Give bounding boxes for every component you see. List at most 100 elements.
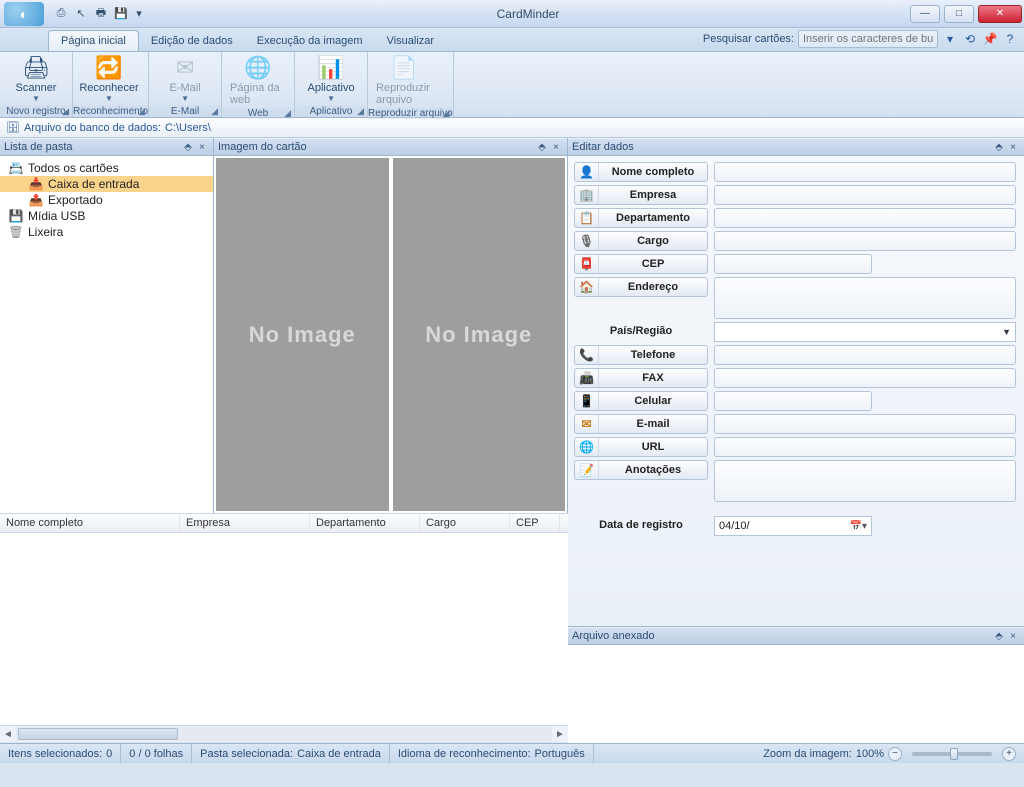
zoom-out-button[interactable]: − [888, 747, 902, 761]
dialog-launcher-icon[interactable]: ◢ [138, 106, 145, 117]
close-panel-icon[interactable]: × [195, 142, 209, 153]
field-label-button[interactable]: 🎙Cargo [574, 231, 708, 251]
horizontal-scrollbar[interactable]: ◄ ► [0, 725, 568, 742]
ribbon-button-icon: 📊 [315, 54, 347, 82]
nome-input[interactable] [714, 162, 1016, 182]
field-icon: 📋 [575, 209, 599, 227]
form-row-endereco: 🏠Endereço [574, 277, 1016, 319]
form-row-data_registro: Data de registro04/10/📅▾ [574, 516, 1016, 536]
status-label: Idioma de reconhecimento: [398, 748, 531, 760]
field-label-text: Cargo [599, 235, 707, 247]
dialog-launcher-icon[interactable]: ◢ [211, 106, 218, 117]
ribbon-button-label: Aplicativo [308, 82, 355, 94]
tree-item[interactable]: 📥Caixa de entrada [0, 176, 213, 192]
search-input[interactable] [798, 30, 938, 48]
ribbon-tab[interactable]: Visualizar [375, 31, 447, 51]
search-dropdown-icon[interactable]: ▾ [942, 31, 958, 47]
pais-combo[interactable]: ▼ [714, 322, 1016, 342]
field-label-button[interactable]: 📋Departamento [574, 208, 708, 228]
scroll-thumb[interactable] [18, 728, 178, 740]
back-image-slot[interactable]: No Image [393, 158, 566, 511]
tree-item[interactable]: 🗑Lixeira [0, 224, 213, 240]
cargo-input[interactable] [714, 231, 1016, 251]
pin-panel-icon[interactable]: ⬘ [992, 142, 1006, 153]
zoom-in-button[interactable]: + [1002, 747, 1016, 761]
minimize-button[interactable]: — [910, 5, 940, 23]
card-list-body[interactable] [0, 533, 568, 725]
telefone-input[interactable] [714, 345, 1016, 365]
field-icon: 📠 [575, 369, 599, 387]
field-label-button[interactable]: 📮CEP [574, 254, 708, 274]
front-image-slot[interactable]: No Image [216, 158, 389, 511]
ribbon-tab[interactable]: Execução da imagem [245, 31, 375, 51]
field-label-button[interactable]: 🏢Empresa [574, 185, 708, 205]
anotacoes-input[interactable] [714, 460, 1016, 502]
attached-file-area[interactable] [568, 645, 1024, 743]
scan-icon[interactable]: ⎙ [52, 5, 70, 23]
save-icon[interactable]: 💾 [112, 5, 130, 23]
close-button[interactable]: ✕ [978, 5, 1022, 23]
ribbon-button[interactable]: 🔁Reconhecer▼ [81, 54, 137, 103]
ribbon-button-label: Página da web [230, 82, 286, 106]
cursor-icon[interactable]: ↖ [72, 5, 90, 23]
ribbon-button[interactable]: 📊Aplicativo▼ [303, 54, 359, 103]
print-icon[interactable]: 🖶 [92, 5, 110, 23]
field-label-button[interactable]: 📞Telefone [574, 345, 708, 365]
ribbon-button[interactable]: 🖨Scanner▼ [8, 54, 64, 103]
data_registro-date[interactable]: 04/10/📅▾ [714, 516, 872, 536]
pin-panel-icon[interactable]: ⬘ [181, 142, 195, 153]
column-header[interactable]: Empresa [180, 514, 310, 532]
maximize-button[interactable]: □ [944, 5, 974, 23]
pin-icon[interactable]: 📌 [982, 31, 998, 47]
form-row-anotacoes: 📝Anotações [574, 460, 1016, 502]
window-title: CardMinder [148, 7, 908, 21]
help-icon[interactable]: ? [1002, 31, 1018, 47]
tree-item[interactable]: 📤Exportado [0, 192, 213, 208]
zoom-slider-thumb[interactable] [950, 748, 958, 760]
field-label-button[interactable]: ✉E-mail [574, 414, 708, 434]
dialog-launcher-icon[interactable]: ◢ [284, 108, 291, 119]
app-menu-button[interactable]: ◐ [4, 2, 44, 26]
calendar-icon[interactable]: 📅▾ [850, 521, 867, 532]
tree-item-label: Lixeira [28, 225, 63, 239]
dialog-launcher-icon[interactable]: ◢ [62, 106, 69, 117]
field-label-button[interactable]: 📱Celular [574, 391, 708, 411]
empresa-input[interactable] [714, 185, 1016, 205]
field-label-button[interactable]: 👤Nome completo [574, 162, 708, 182]
column-header[interactable]: Departamento [310, 514, 420, 532]
field-label-text: Empresa [599, 189, 707, 201]
close-panel-icon[interactable]: × [1006, 631, 1020, 642]
sync-icon[interactable]: ⟲ [962, 31, 978, 47]
folder-tree[interactable]: 📇Todos os cartões📥Caixa de entrada📤Expor… [0, 156, 213, 513]
close-panel-icon[interactable]: × [1006, 142, 1020, 153]
field-label-text: E-mail [599, 418, 707, 430]
cep-input[interactable] [714, 254, 872, 274]
scroll-track[interactable] [16, 727, 552, 741]
dialog-launcher-icon[interactable]: ◢ [357, 106, 364, 117]
ribbon-tab[interactable]: Edição de dados [139, 31, 245, 51]
tree-item[interactable]: 📇Todos os cartões [0, 160, 213, 176]
email-input[interactable] [714, 414, 1016, 434]
column-header[interactable]: CEP [510, 514, 560, 532]
field-label-button[interactable]: 📠FAX [574, 368, 708, 388]
pin-panel-icon[interactable]: ⬘ [992, 631, 1006, 642]
field-label-button[interactable]: 📝Anotações [574, 460, 708, 480]
qat-customize-icon[interactable]: ▾ [130, 5, 148, 23]
zoom-slider[interactable] [912, 752, 992, 756]
column-header[interactable]: Cargo [420, 514, 510, 532]
url-input[interactable] [714, 437, 1016, 457]
pin-panel-icon[interactable]: ⬘ [535, 142, 549, 153]
dialog-launcher-icon[interactable]: ◢ [443, 108, 450, 119]
endereco-input[interactable] [714, 277, 1016, 319]
tree-item[interactable]: 💾Mídia USB [0, 208, 213, 224]
field-label-button[interactable]: 🏠Endereço [574, 277, 708, 297]
ribbon-tab[interactable]: Página inicial [48, 30, 139, 51]
close-panel-icon[interactable]: × [549, 142, 563, 153]
celular-input[interactable] [714, 391, 872, 411]
field-label-button[interactable]: 🌐URL [574, 437, 708, 457]
fax-input[interactable] [714, 368, 1016, 388]
scroll-left-icon[interactable]: ◄ [0, 729, 16, 740]
departamento-input[interactable] [714, 208, 1016, 228]
column-header[interactable]: Nome completo [0, 514, 180, 532]
scroll-right-icon[interactable]: ► [552, 729, 568, 740]
